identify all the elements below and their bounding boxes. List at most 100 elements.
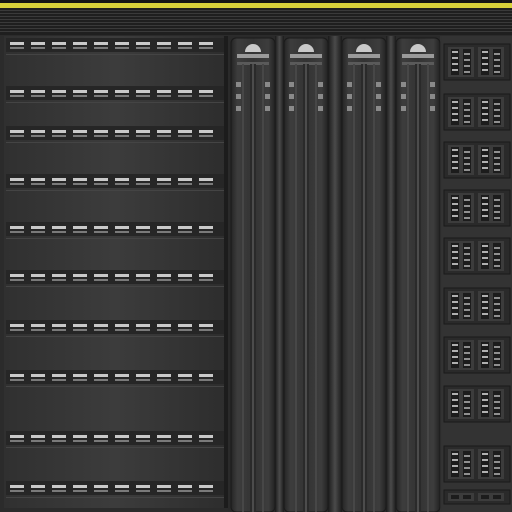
- grille-slot-bottom: [10, 231, 24, 233]
- rack-led: [482, 411, 488, 413]
- grille-slot-top: [10, 374, 24, 377]
- grille-slot-bottom: [157, 329, 171, 331]
- texture-atlas: [0, 0, 512, 512]
- grille-slot-bottom: [94, 231, 108, 233]
- grille-slot-bottom: [52, 490, 66, 492]
- rack-led: [482, 119, 488, 121]
- module-indicator-light: [430, 106, 435, 111]
- grille-slot-bottom: [115, 279, 129, 281]
- module-indicator-light: [401, 94, 406, 99]
- rack-led: [452, 167, 458, 169]
- rack-led: [464, 115, 470, 117]
- grille-slot-bottom: [157, 379, 171, 381]
- rack-led: [494, 169, 500, 171]
- grille-slot-top: [94, 324, 108, 327]
- grille-slot-bottom: [115, 95, 129, 97]
- rack-led: [464, 259, 470, 261]
- grille-slot-bottom: [52, 135, 66, 137]
- rack-led: [464, 53, 470, 55]
- rack-led: [452, 113, 458, 115]
- grille-slot-bottom: [94, 183, 108, 185]
- module-indicator-light: [318, 82, 323, 87]
- rack-led: [482, 295, 488, 297]
- left-grille-edge: [224, 36, 228, 508]
- grille-slot-bottom: [10, 440, 24, 442]
- rack-led: [494, 315, 500, 317]
- grille-slot-top: [178, 435, 192, 438]
- grille-slot-top: [73, 274, 87, 277]
- grille-slot-bottom: [136, 135, 150, 137]
- grille-slot-top: [31, 226, 45, 229]
- rack-module-window: [451, 495, 459, 499]
- grille-slot-bottom: [199, 47, 213, 49]
- grille-slot-top: [178, 226, 192, 229]
- module-indicator-light: [289, 106, 294, 111]
- rack-led: [494, 65, 500, 67]
- grille-slot-top: [199, 42, 213, 45]
- rack-led: [494, 247, 500, 249]
- grille-slot-bottom: [31, 47, 45, 49]
- module-gap: [328, 36, 342, 512]
- rack-led: [482, 301, 488, 303]
- right-rack-section: [442, 36, 512, 512]
- module-indicator-light: [347, 82, 352, 87]
- grille-slot-bottom: [136, 440, 150, 442]
- rack-led: [464, 401, 470, 403]
- grille-slot-bottom: [115, 47, 129, 49]
- rack-led: [464, 303, 470, 305]
- rack-led: [494, 71, 500, 73]
- module-indicator-light: [430, 94, 435, 99]
- grille-slot-bottom: [10, 183, 24, 185]
- top-rib-line: [0, 10, 512, 11]
- rack-led: [452, 63, 458, 65]
- grille-slot-bottom: [136, 379, 150, 381]
- top-rib-line: [0, 31, 512, 32]
- grille-slot-top: [10, 485, 24, 488]
- module-rail-left: [242, 64, 244, 512]
- rack-led: [464, 157, 470, 159]
- rack-led: [464, 211, 470, 213]
- grille-slot-bottom: [157, 95, 171, 97]
- grille-slot-bottom: [10, 379, 24, 381]
- grille-slot-bottom: [136, 329, 150, 331]
- rack-led: [482, 453, 488, 455]
- rack-led: [482, 344, 488, 346]
- rack-led: [452, 149, 458, 151]
- grille-slot-bottom: [94, 135, 108, 137]
- rack-led: [494, 303, 500, 305]
- grille-slot-bottom: [73, 490, 87, 492]
- rack-led: [464, 265, 470, 267]
- grille-slot-bottom: [115, 329, 129, 331]
- grille-slot-bottom: [115, 231, 129, 233]
- module-indicator-light: [376, 82, 381, 87]
- rack-led: [464, 461, 470, 463]
- grille-slot-bottom: [178, 95, 192, 97]
- grille-slot-bottom: [157, 231, 171, 233]
- top-rib-line: [0, 13, 512, 14]
- rack-led: [482, 107, 488, 109]
- module-indicator-light: [236, 94, 241, 99]
- rack-led: [452, 399, 458, 401]
- rack-led: [452, 295, 458, 297]
- rack-led: [494, 53, 500, 55]
- module-indicator-light: [236, 82, 241, 87]
- grille-slot-bottom: [52, 183, 66, 185]
- grille-slot-bottom: [73, 379, 87, 381]
- grille-slot-top: [52, 374, 66, 377]
- rack-led: [464, 163, 470, 165]
- rack-led: [452, 107, 458, 109]
- grille-slot-bottom: [178, 440, 192, 442]
- grille-slot-top: [136, 90, 150, 93]
- rack-led: [494, 358, 500, 360]
- grille-slot-top: [10, 90, 24, 93]
- grille-slot-top: [178, 90, 192, 93]
- rack-led: [494, 265, 500, 267]
- grille-slot-top: [157, 42, 171, 45]
- module-indicator-light: [265, 82, 270, 87]
- grille-slot-top: [73, 226, 87, 229]
- grille-slot-top: [199, 90, 213, 93]
- rack-led: [494, 455, 500, 457]
- grille-slot-bottom: [52, 95, 66, 97]
- rack-led: [452, 245, 458, 247]
- top-rib-line: [0, 25, 512, 26]
